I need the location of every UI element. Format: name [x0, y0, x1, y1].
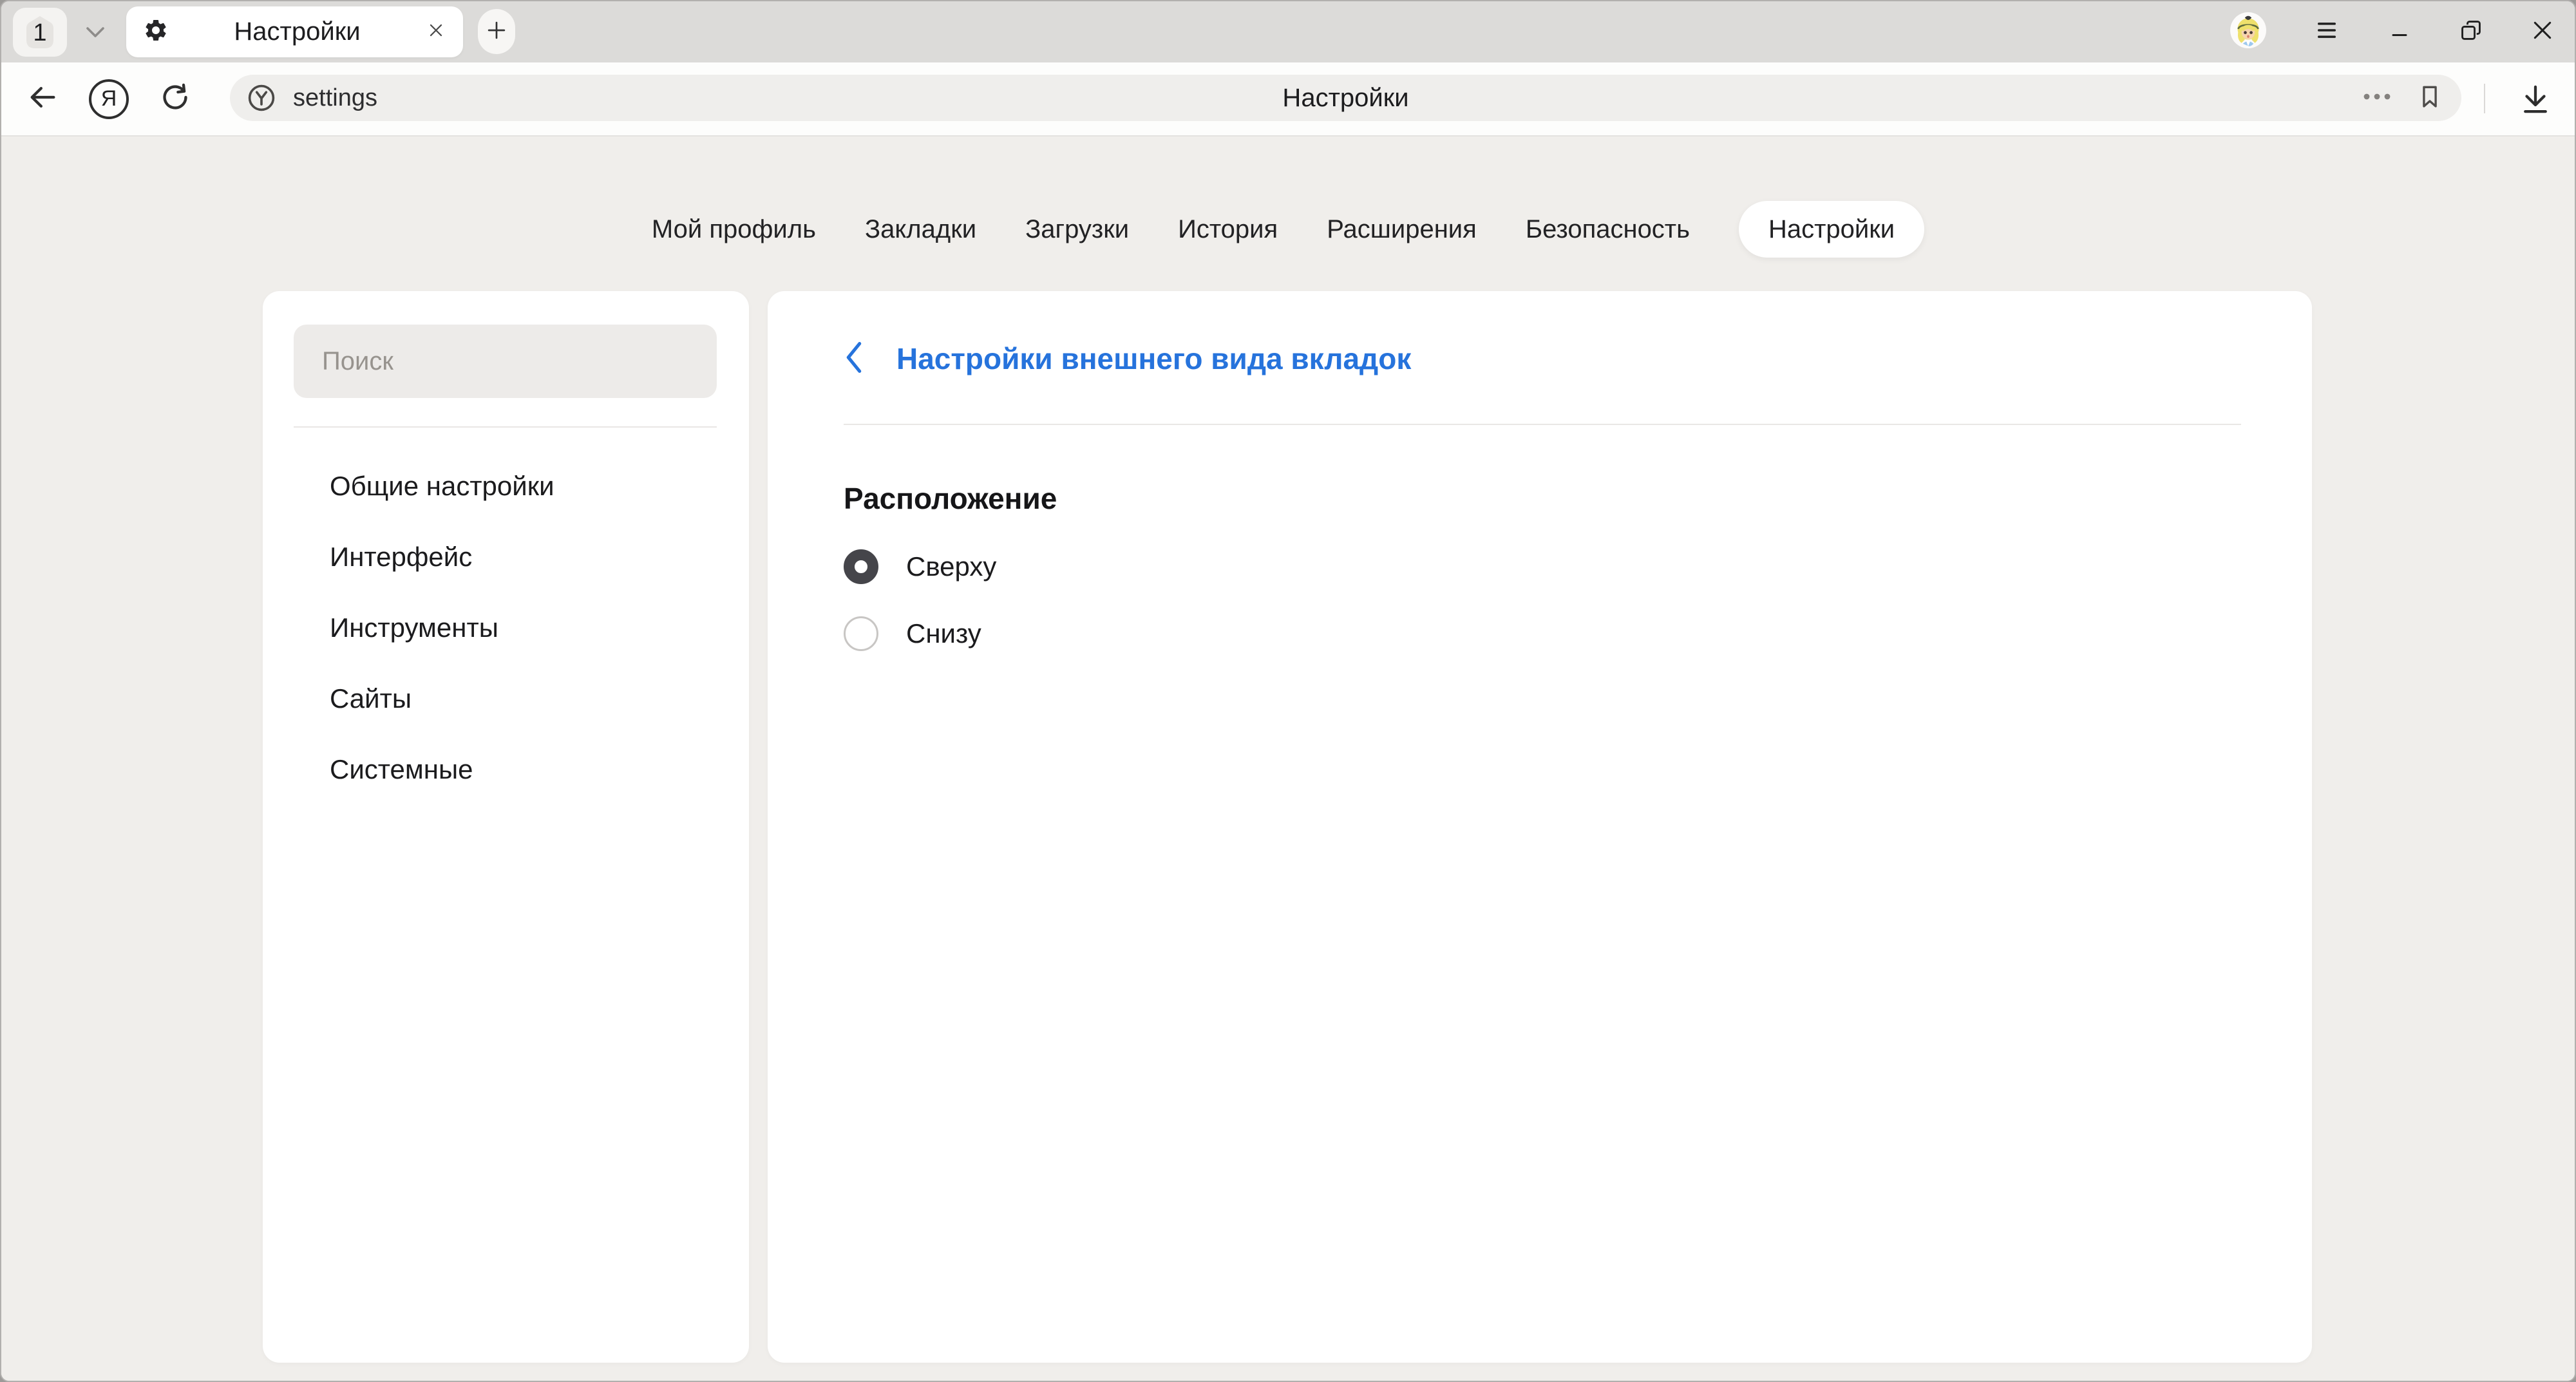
- address-more-ellipsis-icon[interactable]: [2362, 92, 2392, 104]
- nav-tab-settings-active[interactable]: Настройки: [1739, 201, 1924, 258]
- plus-icon: [484, 18, 509, 46]
- tab-count: 1: [24, 19, 55, 47]
- radio-option-top[interactable]: Сверху: [844, 533, 2241, 600]
- sidebar-search-box[interactable]: [294, 325, 717, 398]
- back-chevron-icon[interactable]: [844, 340, 864, 378]
- profile-avatar[interactable]: [2230, 12, 2267, 52]
- toolbar-divider: [2484, 84, 2485, 113]
- radio-option-bottom[interactable]: Снизу: [844, 600, 2241, 667]
- sidebar-item-tools[interactable]: Инструменты: [294, 592, 717, 663]
- radio-unselected-icon[interactable]: [844, 616, 878, 651]
- sidebar-item-system[interactable]: Системные: [294, 734, 717, 805]
- page-title[interactable]: Настройки внешнего вида вкладок: [896, 341, 1411, 376]
- sidebar-divider: [294, 426, 717, 428]
- browser-toolbar: Я settings Настройки: [1, 62, 2575, 137]
- browser-window: 1 Настройки: [0, 0, 2576, 1382]
- tab-close-icon[interactable]: [426, 20, 446, 44]
- settings-nav: Мой профиль Закладки Загрузки История Ра…: [1, 201, 2575, 258]
- settings-sidebar: Общие настройки Интерфейс Инструменты Са…: [263, 291, 749, 1363]
- browser-menu-hamburger-icon[interactable]: [2313, 17, 2340, 47]
- active-browser-tab[interactable]: Настройки: [126, 6, 463, 57]
- section-title: Расположение: [844, 480, 2241, 516]
- address-url[interactable]: settings: [293, 84, 377, 112]
- settings-main-panel: Настройки внешнего вида вкладок Располож…: [768, 291, 2312, 1363]
- nav-tab-bookmarks[interactable]: Закладки: [865, 201, 976, 258]
- sidebar-item-general[interactable]: Общие настройки: [294, 451, 717, 522]
- radio-option-bottom-label: Снизу: [906, 618, 981, 649]
- settings-gear-favicon-icon: [143, 17, 169, 46]
- bookmark-icon[interactable]: [2416, 83, 2443, 113]
- tab-counter-button[interactable]: 1: [13, 8, 67, 57]
- nav-tab-extensions[interactable]: Расширения: [1327, 201, 1477, 258]
- main-divider: [844, 424, 2241, 425]
- tab-position-radio-group: Сверху Снизу: [844, 533, 2241, 667]
- tab-title: Настройки: [169, 17, 426, 46]
- address-bar[interactable]: settings Настройки: [230, 75, 2461, 121]
- nav-tab-my-profile[interactable]: Мой профиль: [652, 201, 816, 258]
- protect-y-badge-icon[interactable]: [247, 83, 276, 113]
- window-restore-icon[interactable]: [2459, 18, 2483, 46]
- settings-page: Мой профиль Закладки Загрузки История Ра…: [1, 137, 2575, 1381]
- search-input[interactable]: [294, 347, 717, 376]
- back-arrow-icon[interactable]: [26, 80, 59, 117]
- radio-option-top-label: Сверху: [906, 551, 996, 582]
- yandex-logo-icon[interactable]: Я: [89, 79, 129, 119]
- window-minimize-icon[interactable]: [2387, 17, 2412, 46]
- radio-selected-icon[interactable]: [844, 549, 878, 584]
- tab-list-chevron-down-icon[interactable]: [84, 24, 107, 40]
- sidebar-section-list: Общие настройки Интерфейс Инструменты Са…: [294, 451, 717, 805]
- sidebar-item-interface[interactable]: Интерфейс: [294, 522, 717, 592]
- address-page-title: Настройки: [1282, 84, 1408, 113]
- sidebar-item-sites[interactable]: Сайты: [294, 663, 717, 734]
- tab-strip: 1 Настройки: [1, 1, 2575, 62]
- reload-icon[interactable]: [158, 80, 192, 117]
- nav-tab-history[interactable]: История: [1178, 201, 1278, 258]
- tab-stack-icon: 1: [24, 15, 55, 49]
- nav-tab-security[interactable]: Безопасность: [1526, 201, 1690, 258]
- nav-tab-downloads[interactable]: Загрузки: [1025, 201, 1129, 258]
- new-tab-button[interactable]: [478, 9, 515, 54]
- window-close-icon[interactable]: [2530, 17, 2555, 46]
- downloads-button[interactable]: [2518, 62, 2553, 135]
